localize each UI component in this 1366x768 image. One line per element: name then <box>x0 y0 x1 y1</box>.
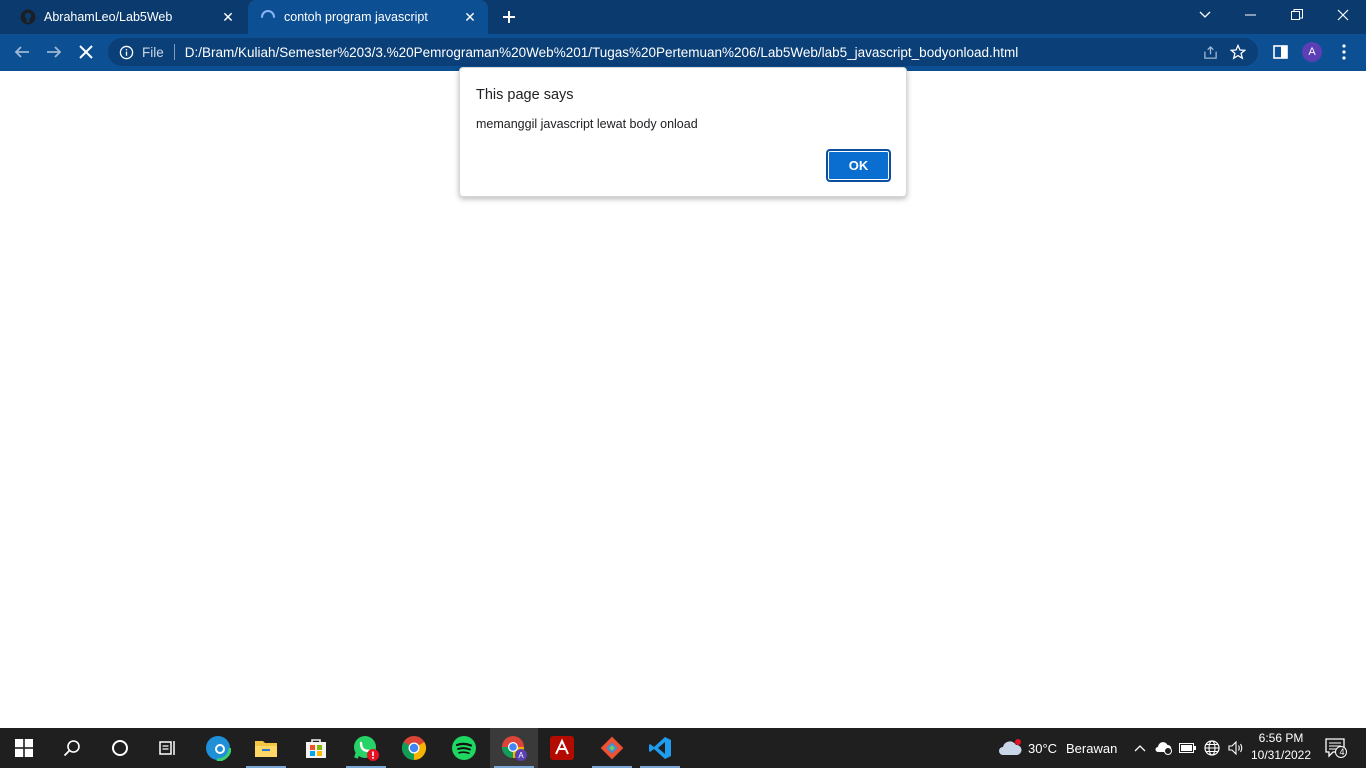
chevron-up-icon[interactable] <box>1128 728 1152 768</box>
side-panel-icon[interactable] <box>1266 38 1294 66</box>
avatar: A <box>1302 42 1322 62</box>
bookmark-star-icon[interactable] <box>1224 38 1252 66</box>
tab-title: contoh program javascript <box>284 10 428 24</box>
scheme-label: File <box>142 44 164 60</box>
microsoft-store-icon[interactable] <box>292 728 340 768</box>
svg-text:A: A <box>518 751 524 760</box>
volume-icon[interactable] <box>1224 728 1248 768</box>
browser-toolbar: File D:/Bram/Kuliah/Semester%203/3.%20Pe… <box>0 34 1366 71</box>
git-icon[interactable] <box>588 728 636 768</box>
address-divider <box>173 44 175 60</box>
dialog-title: This page says <box>476 87 574 103</box>
battery-icon[interactable] <box>1176 728 1200 768</box>
search-icon[interactable] <box>48 728 96 768</box>
url-text[interactable]: D:/Bram/Kuliah/Semester%203/3.%20Pemrogr… <box>185 45 1196 60</box>
restore-icon[interactable] <box>1274 0 1320 30</box>
clock-date: 10/31/2022 <box>1250 748 1312 762</box>
close-tab-icon[interactable]: ✕ <box>460 7 480 27</box>
stop-loading-button[interactable] <box>72 38 100 66</box>
system-clock[interactable]: 6:56 PM 10/31/2022 <box>1246 730 1316 766</box>
chrome-profile-icon[interactable]: A <box>490 728 538 768</box>
tab-strip: AbrahamLeo/Lab5Web ✕ contoh program java… <box>0 0 1366 34</box>
profile-avatar[interactable]: A <box>1298 38 1326 66</box>
dialog-message: memanggil javascript lewat body onload <box>476 117 698 131</box>
share-icon[interactable] <box>1196 38 1224 66</box>
chrome-icon[interactable] <box>390 728 438 768</box>
spotify-icon[interactable] <box>440 728 488 768</box>
acrobat-icon[interactable] <box>538 728 586 768</box>
vscode-icon[interactable] <box>636 728 684 768</box>
network-globe-icon[interactable] <box>1200 728 1224 768</box>
back-button[interactable] <box>8 38 36 66</box>
weather-condition[interactable]: Berawan <box>1066 728 1117 768</box>
forward-button[interactable] <box>40 38 68 66</box>
loading-spinner-icon <box>260 9 276 25</box>
notification-count: 4 <box>1339 747 1345 757</box>
file-explorer-icon[interactable] <box>242 728 290 768</box>
clock-time: 6:56 PM <box>1258 731 1304 745</box>
task-view-icon[interactable] <box>144 728 192 768</box>
tab-title: AbrahamLeo/Lab5Web <box>44 10 173 24</box>
tab-github[interactable]: AbrahamLeo/Lab5Web ✕ <box>8 0 246 34</box>
onedrive-sync-icon[interactable] <box>1152 728 1176 768</box>
ok-button[interactable]: OK <box>826 149 891 182</box>
github-icon <box>20 9 36 25</box>
close-window-icon[interactable] <box>1320 0 1366 30</box>
minimize-icon[interactable] <box>1228 0 1274 30</box>
weather-temperature[interactable]: 30°C <box>1028 728 1057 768</box>
menu-kebab-icon[interactable] <box>1330 38 1358 66</box>
new-tab-button[interactable] <box>498 6 520 28</box>
close-tab-icon[interactable]: ✕ <box>218 7 238 27</box>
info-icon[interactable] <box>118 44 134 60</box>
start-button[interactable] <box>0 728 48 768</box>
edge-icon[interactable] <box>194 728 242 768</box>
tab-search-icon[interactable] <box>1182 0 1228 30</box>
address-bar[interactable]: File D:/Bram/Kuliah/Semester%203/3.%20Pe… <box>108 38 1258 66</box>
whatsapp-icon[interactable] <box>342 728 390 768</box>
notification-center-icon[interactable]: 4 <box>1322 728 1350 768</box>
taskbar: A 30°C Berawan 6:56 PM 10/31/2022 4 <box>0 728 1366 768</box>
weather-cloud-icon[interactable] <box>996 728 1024 768</box>
tab-javascript-program[interactable]: contoh program javascript ✕ <box>248 0 488 34</box>
alert-dialog: This page says memanggil javascript lewa… <box>459 67 907 197</box>
cortana-icon[interactable] <box>96 728 144 768</box>
